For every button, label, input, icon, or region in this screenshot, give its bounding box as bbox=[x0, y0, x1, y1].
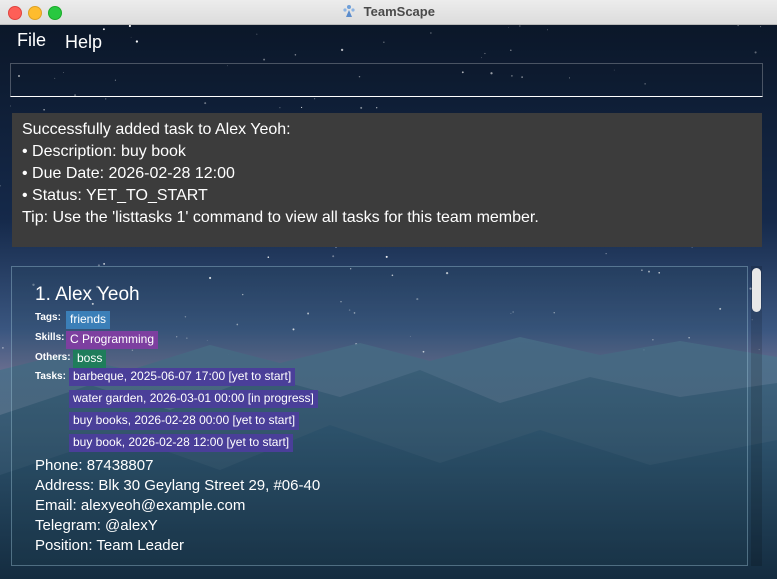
tags-label: Tags: bbox=[35, 312, 61, 323]
person-position: Position: Team Leader bbox=[35, 537, 184, 554]
result-display: Successfully added task to Alex Yeoh: • … bbox=[12, 113, 762, 247]
scrollbar-thumb[interactable] bbox=[752, 268, 761, 312]
result-line: Successfully added task to Alex Yeoh: bbox=[22, 121, 291, 138]
person-telegram: Telegram: @alexY bbox=[35, 517, 158, 534]
result-line: • Status: YET_TO_START bbox=[22, 187, 208, 204]
command-input[interactable] bbox=[11, 64, 762, 96]
others-label: Others: bbox=[35, 352, 71, 363]
result-line: Tip: Use the 'listtasks 1' command to vi… bbox=[22, 209, 539, 226]
person-email: Email: alexyeoh@example.com bbox=[35, 497, 246, 514]
window-titlebar: TeamScape bbox=[0, 0, 777, 25]
skill-chip: C Programming bbox=[66, 331, 159, 349]
result-line: • Description: buy book bbox=[22, 143, 186, 160]
tags-row: Tags: friends bbox=[35, 309, 735, 329]
window-title-wrap: TeamScape bbox=[0, 4, 777, 21]
others-row: Others: boss bbox=[35, 349, 735, 368]
tag-chip: friends bbox=[66, 311, 111, 329]
person-name: 1. Alex Yeoh bbox=[35, 284, 140, 305]
task-chip: barbeque, 2025-06-07 17:00 [yet to start… bbox=[69, 368, 296, 386]
task-chip: water garden, 2026-03-01 00:00 [in progr… bbox=[69, 390, 318, 408]
skills-label: Skills: bbox=[35, 332, 65, 343]
window-title: TeamScape bbox=[363, 4, 435, 19]
person-address: Address: Blk 30 Geylang Street 29, #06-4… bbox=[35, 477, 321, 494]
app-logo-icon bbox=[342, 4, 356, 21]
result-line: • Due Date: 2026-02-28 12:00 bbox=[22, 165, 235, 182]
command-box bbox=[10, 63, 763, 97]
task-chip: buy books, 2026-02-28 00:00 [yet to star… bbox=[69, 412, 300, 430]
other-chip: boss bbox=[73, 350, 107, 368]
tasks-label: Tasks: bbox=[35, 371, 66, 382]
menu-file[interactable]: File bbox=[17, 30, 46, 51]
task-chip: buy book, 2026-02-28 12:00 [yet to start… bbox=[69, 434, 294, 452]
skills-row: Skills: C Programming bbox=[35, 329, 735, 349]
person-phone: Phone: 87438807 bbox=[35, 457, 154, 474]
menu-help[interactable]: Help bbox=[65, 32, 102, 53]
person-card[interactable]: 1. Alex Yeoh Tags: friends Skills: C Pro… bbox=[35, 283, 735, 556]
tasks-row: Tasks: barbeque, 2025-06-07 17:00 [yet t… bbox=[35, 368, 735, 456]
